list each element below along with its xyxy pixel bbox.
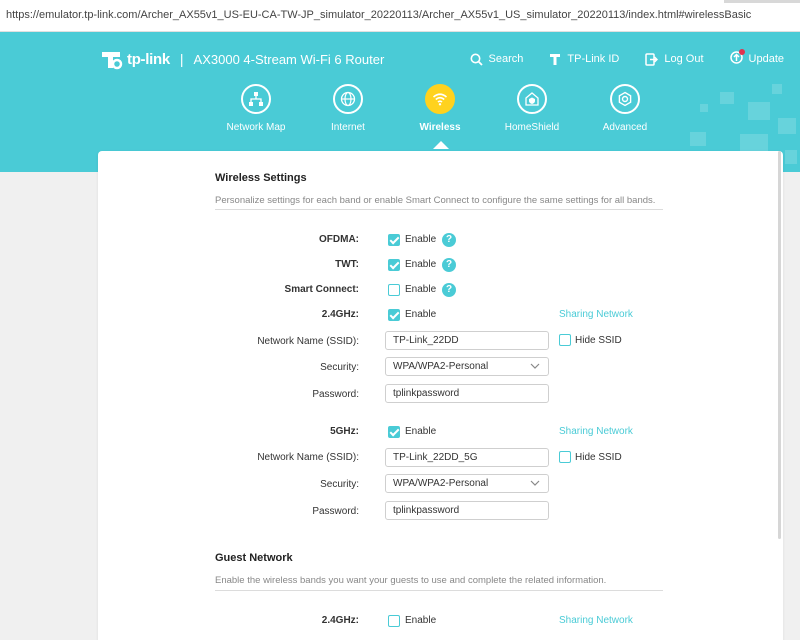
band-24-label: 2.4GHz: (321, 309, 359, 320)
band-24-security-label: Security: (320, 362, 359, 373)
band-5-ssid-label: Network Name (SSID): (257, 452, 359, 463)
band-5-security-value: WPA/WPA2-Personal (393, 478, 489, 489)
update-label: Update (748, 53, 784, 65)
smart-connect-enable-label[interactable]: Enable (405, 284, 436, 295)
twt-help-icon[interactable]: ? (442, 258, 456, 272)
ofdma-label: OFDMA: (319, 234, 359, 245)
band-24-password-label: Password: (312, 389, 359, 400)
internet-globe-icon (333, 84, 363, 114)
band-5-ssid-input[interactable] (385, 448, 549, 467)
nav-homeshield[interactable]: HomeShield (482, 84, 582, 133)
band-24-ssid-label: Network Name (SSID): (257, 336, 359, 347)
band-5-security-select[interactable]: WPA/WPA2-Personal (385, 474, 549, 493)
twt-label: TWT: (335, 259, 359, 270)
tplink-logo[interactable]: tp-link | AX3000 4-Stream Wi-Fi 6 Router (98, 46, 384, 72)
guest-network-description: Enable the wireless bands you want your … (215, 575, 607, 586)
band-24-checkbox[interactable] (388, 309, 400, 321)
advanced-gear-icon (610, 84, 640, 114)
band-24-ssid-input[interactable] (385, 331, 549, 350)
ofdma-enable-label[interactable]: Enable (405, 234, 436, 245)
nav-internet-label: Internet (331, 122, 365, 133)
guest-band-24-label: 2.4GHz: (321, 615, 359, 626)
smart-connect-help-icon[interactable]: ? (442, 283, 456, 297)
browser-edge (724, 0, 800, 3)
url-text[interactable]: https://emulator.tp-link.com/Archer_AX55… (6, 9, 751, 21)
nav-network-map-label: Network Map (226, 122, 286, 133)
logout-button[interactable]: Log Out (645, 51, 704, 67)
nav-wireless[interactable]: Wireless (390, 84, 490, 133)
smart-connect-label: Smart Connect: (284, 284, 359, 295)
top-actions: Search TP-Link ID Log Out Update (444, 49, 784, 67)
wireless-settings-title: Wireless Settings (215, 172, 307, 184)
scrollbar[interactable] (778, 151, 781, 539)
ofdma-help-icon[interactable]: ? (442, 233, 456, 247)
nav-internet[interactable]: Internet (298, 84, 398, 133)
update-notification-dot (738, 49, 745, 55)
update-button[interactable]: Update (729, 49, 784, 67)
band-5-password-input[interactable] (385, 501, 549, 520)
band-24-enable-label[interactable]: Enable (405, 309, 436, 320)
chevron-down-icon (530, 480, 540, 486)
search-icon (470, 53, 483, 66)
band-5-enable-label[interactable]: Enable (405, 426, 436, 437)
section-divider (215, 590, 663, 591)
router-model: AX3000 4-Stream Wi-Fi 6 Router (193, 51, 385, 67)
content-card: Wireless Settings Personalize settings f… (98, 151, 783, 640)
band-5-sharing-network-link[interactable]: Sharing Network (559, 426, 633, 437)
logout-label: Log Out (664, 53, 704, 65)
band-5-label: 5GHz: (330, 426, 359, 437)
guest-band-24-checkbox[interactable] (388, 615, 400, 627)
network-map-icon (241, 84, 271, 114)
band-24-sharing-network-link[interactable]: Sharing Network (559, 309, 633, 320)
nav-advanced[interactable]: Advanced (575, 84, 675, 133)
nav-network-map[interactable]: Network Map (206, 84, 306, 133)
search-button[interactable]: Search (470, 51, 524, 67)
search-label: Search (488, 53, 524, 65)
band-5-hide-ssid-label[interactable]: Hide SSID (575, 452, 622, 463)
browser-address-bar[interactable]: https://emulator.tp-link.com/Archer_AX55… (0, 0, 800, 32)
band-24-password-input[interactable] (385, 384, 549, 403)
nav-wireless-label: Wireless (419, 122, 461, 133)
tplink-id-icon (550, 54, 561, 65)
band-24-security-value: WPA/WPA2-Personal (393, 361, 489, 372)
wireless-wifi-icon (425, 84, 455, 114)
band-5-hide-ssid-checkbox[interactable] (559, 451, 571, 463)
guest-network-title: Guest Network (215, 552, 293, 564)
twt-checkbox[interactable] (388, 259, 400, 271)
wireless-settings-description: Personalize settings for each band or en… (215, 195, 656, 206)
nav-advanced-label: Advanced (602, 122, 648, 133)
twt-enable-label[interactable]: Enable (405, 259, 436, 270)
smart-connect-checkbox[interactable] (388, 284, 400, 296)
band-24-hide-ssid-checkbox[interactable] (559, 334, 571, 346)
brand-separator: | (179, 51, 184, 67)
band-5-checkbox[interactable] (388, 426, 400, 438)
tplink-id-button[interactable]: TP-Link ID (549, 51, 619, 67)
tplink-logo-icon (102, 52, 123, 70)
band-24-hide-ssid-label[interactable]: Hide SSID (575, 335, 622, 346)
tplink-id-label: TP-Link ID (567, 53, 620, 65)
chevron-down-icon (530, 363, 540, 369)
nav-homeshield-label: HomeShield (504, 122, 560, 133)
band-5-security-label: Security: (320, 479, 359, 490)
update-icon-wrap (729, 49, 745, 67)
band-5-password-label: Password: (312, 506, 359, 517)
section-divider (215, 209, 663, 210)
logout-icon (645, 52, 659, 66)
guest-band-24-sharing-network-link[interactable]: Sharing Network (559, 615, 633, 626)
guest-band-24-enable-label[interactable]: Enable (405, 615, 436, 626)
active-nav-indicator (433, 141, 449, 149)
brand-name: tp-link (127, 50, 170, 68)
band-24-security-select[interactable]: WPA/WPA2-Personal (385, 357, 549, 376)
homeshield-icon (517, 84, 547, 114)
ofdma-checkbox[interactable] (388, 234, 400, 246)
